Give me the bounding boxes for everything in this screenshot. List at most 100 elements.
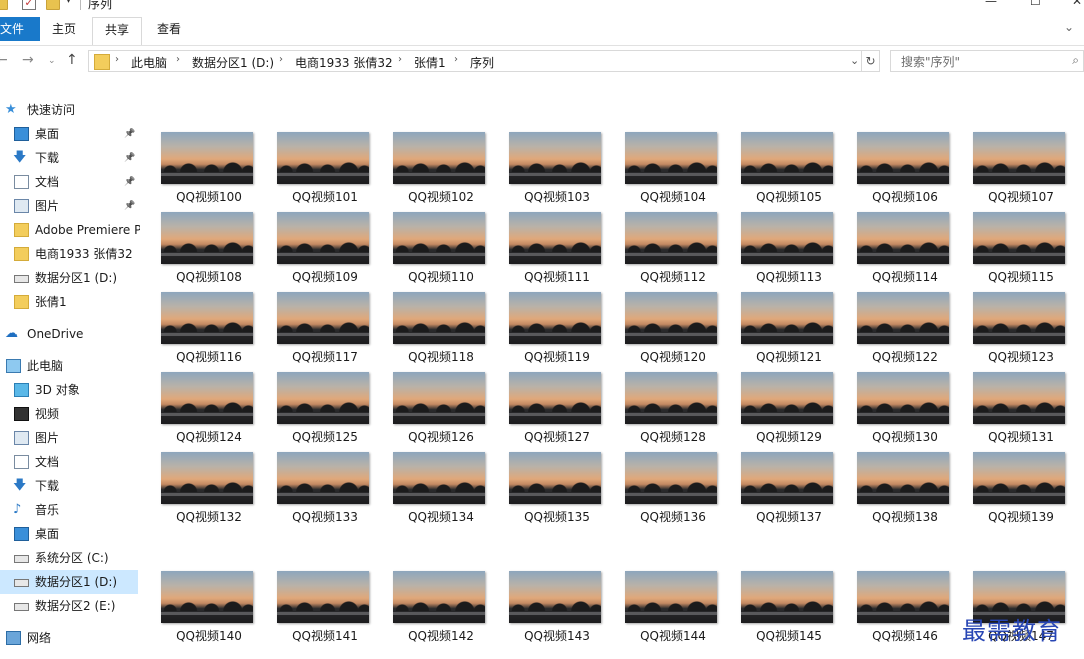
- file-item[interactable]: QQ视频146: [837, 571, 953, 645]
- file-item[interactable]: QQ视频132: [141, 452, 257, 526]
- file-item[interactable]: QQ视频117: [257, 292, 373, 366]
- chevron-down-icon[interactable]: ⌄: [1064, 20, 1074, 34]
- file-item[interactable]: QQ视频110: [373, 212, 489, 286]
- file-item[interactable]: QQ视频115: [953, 212, 1069, 286]
- file-item[interactable]: QQ视频137: [721, 452, 837, 526]
- chevron-right-icon[interactable]: ›: [398, 54, 402, 65]
- file-item[interactable]: QQ视频140: [141, 571, 257, 645]
- tab-file[interactable]: 文件: [0, 17, 40, 41]
- file-item[interactable]: QQ视频101: [257, 132, 373, 206]
- search-input[interactable]: [899, 52, 1053, 72]
- folder-icon[interactable]: [0, 0, 8, 10]
- file-item[interactable]: QQ视频129: [721, 372, 837, 446]
- file-item[interactable]: QQ视频127: [489, 372, 605, 446]
- sidebar-item[interactable]: 视频: [0, 402, 140, 426]
- up-arrow-icon[interactable]: ↑: [66, 52, 78, 68]
- back-arrow-icon[interactable]: ←: [0, 52, 8, 68]
- chevron-right-icon[interactable]: ›: [279, 54, 283, 65]
- file-item[interactable]: QQ视频105: [721, 132, 837, 206]
- sidebar-item[interactable]: 文档: [0, 450, 140, 474]
- sidebar-item[interactable]: 数据分区2 (E:): [0, 594, 140, 618]
- chevron-right-icon[interactable]: ›: [454, 54, 458, 65]
- file-item[interactable]: QQ视频109: [257, 212, 373, 286]
- sidebar-item[interactable]: 桌面: [0, 522, 140, 546]
- file-item[interactable]: QQ视频141: [257, 571, 373, 645]
- breadcrumb-ecommerce[interactable]: 电商1933 张倩32: [295, 54, 393, 71]
- forward-arrow-icon[interactable]: →: [22, 52, 34, 68]
- sidebar-item[interactable]: 图片 📌: [0, 194, 140, 218]
- file-item[interactable]: QQ视频144: [605, 571, 721, 645]
- search-icon[interactable]: ⌕: [1072, 53, 1079, 68]
- file-item[interactable]: QQ视频134: [373, 452, 489, 526]
- file-item[interactable]: QQ视频143: [489, 571, 605, 645]
- file-item[interactable]: QQ视频128: [605, 372, 721, 446]
- breadcrumb-sequence[interactable]: 序列: [470, 54, 494, 71]
- file-item[interactable]: QQ视频133: [257, 452, 373, 526]
- file-item[interactable]: QQ视频118: [373, 292, 489, 366]
- file-item[interactable]: QQ视频130: [837, 372, 953, 446]
- sidebar-item[interactable]: ☁ OneDrive: [0, 322, 140, 346]
- sidebar-item[interactable]: 3D 对象: [0, 378, 140, 402]
- sidebar-item[interactable]: 张倩1: [0, 290, 140, 314]
- minimize-icon[interactable]: —: [985, 0, 997, 8]
- file-item[interactable]: QQ视频116: [141, 292, 257, 366]
- file-item[interactable]: QQ视频139: [953, 452, 1069, 526]
- sidebar-item[interactable]: 数据分区1 (D:): [0, 570, 138, 594]
- file-item[interactable]: QQ视频138: [837, 452, 953, 526]
- file-item[interactable]: QQ视频111: [489, 212, 605, 286]
- file-item[interactable]: QQ视频124: [141, 372, 257, 446]
- sidebar-item[interactable]: 电商1933 张倩32: [0, 242, 140, 266]
- file-item[interactable]: QQ视频107: [953, 132, 1069, 206]
- sidebar-item[interactable]: 此电脑: [0, 354, 140, 378]
- search-box[interactable]: ⌕: [890, 50, 1084, 72]
- file-item[interactable]: QQ视频135: [489, 452, 605, 526]
- file-item[interactable]: QQ视频108: [141, 212, 257, 286]
- customize-quick-access-icon[interactable]: ▾: [66, 0, 71, 6]
- sidebar-item[interactable]: 桌面 📌: [0, 122, 140, 146]
- file-item[interactable]: QQ视频112: [605, 212, 721, 286]
- tab-share[interactable]: 共享: [92, 17, 143, 45]
- new-folder-icon[interactable]: [46, 0, 60, 10]
- sidebar-item[interactable]: 网络: [0, 626, 140, 650]
- chevron-right-icon[interactable]: ›: [115, 54, 119, 65]
- breadcrumb-this-pc[interactable]: 此电脑: [131, 54, 167, 71]
- breadcrumb-zhangqian1[interactable]: 张倩1: [414, 54, 446, 71]
- sidebar-item[interactable]: 数据分区1 (D:): [0, 266, 140, 290]
- file-item[interactable]: QQ视频125: [257, 372, 373, 446]
- sidebar-item[interactable]: 🡇 下载: [0, 474, 140, 498]
- file-item[interactable]: QQ视频103: [489, 132, 605, 206]
- file-item[interactable]: QQ视频100: [141, 132, 257, 206]
- file-item[interactable]: QQ视频113: [721, 212, 837, 286]
- file-item[interactable]: QQ视频131: [953, 372, 1069, 446]
- file-item[interactable]: QQ视频102: [373, 132, 489, 206]
- maximize-icon[interactable]: ☐: [1030, 0, 1041, 8]
- address-bar[interactable]: › 此电脑 › 数据分区1 (D:) › 电商1933 张倩32 › 张倩1 ›…: [88, 50, 862, 72]
- file-item[interactable]: QQ视频145: [721, 571, 837, 645]
- sidebar-item[interactable]: 文档 📌: [0, 170, 140, 194]
- chevron-right-icon[interactable]: ›: [176, 54, 180, 65]
- sidebar-item[interactable]: Adobe Premiere P: [0, 218, 140, 242]
- sidebar-item[interactable]: 🡇 下载 📌: [0, 146, 140, 170]
- breadcrumb-data-partition[interactable]: 数据分区1 (D:): [192, 54, 274, 71]
- file-item[interactable]: QQ视频104: [605, 132, 721, 206]
- file-item[interactable]: QQ视频119: [489, 292, 605, 366]
- recent-locations-icon[interactable]: ⌄: [48, 56, 56, 66]
- file-item[interactable]: QQ视频114: [837, 212, 953, 286]
- refresh-icon[interactable]: ↻: [862, 50, 880, 72]
- file-item[interactable]: QQ视频121: [721, 292, 837, 366]
- file-item[interactable]: QQ视频120: [605, 292, 721, 366]
- close-icon[interactable]: ✕: [1072, 0, 1082, 8]
- properties-icon[interactable]: ✓: [22, 0, 36, 10]
- tab-home[interactable]: 主页: [40, 17, 88, 41]
- file-item[interactable]: QQ视频123: [953, 292, 1069, 366]
- sidebar-item[interactable]: 系统分区 (C:): [0, 546, 140, 570]
- sidebar-item[interactable]: ★ 快速访问: [0, 98, 140, 122]
- tab-view[interactable]: 查看: [145, 17, 193, 41]
- file-item[interactable]: QQ视频136: [605, 452, 721, 526]
- file-item[interactable]: QQ视频126: [373, 372, 489, 446]
- file-item[interactable]: QQ视频142: [373, 571, 489, 645]
- file-item[interactable]: QQ视频122: [837, 292, 953, 366]
- address-dropdown-icon[interactable]: ⌄: [850, 54, 859, 67]
- sidebar-item[interactable]: 图片: [0, 426, 140, 450]
- sidebar-item[interactable]: ♪ 音乐: [0, 498, 140, 522]
